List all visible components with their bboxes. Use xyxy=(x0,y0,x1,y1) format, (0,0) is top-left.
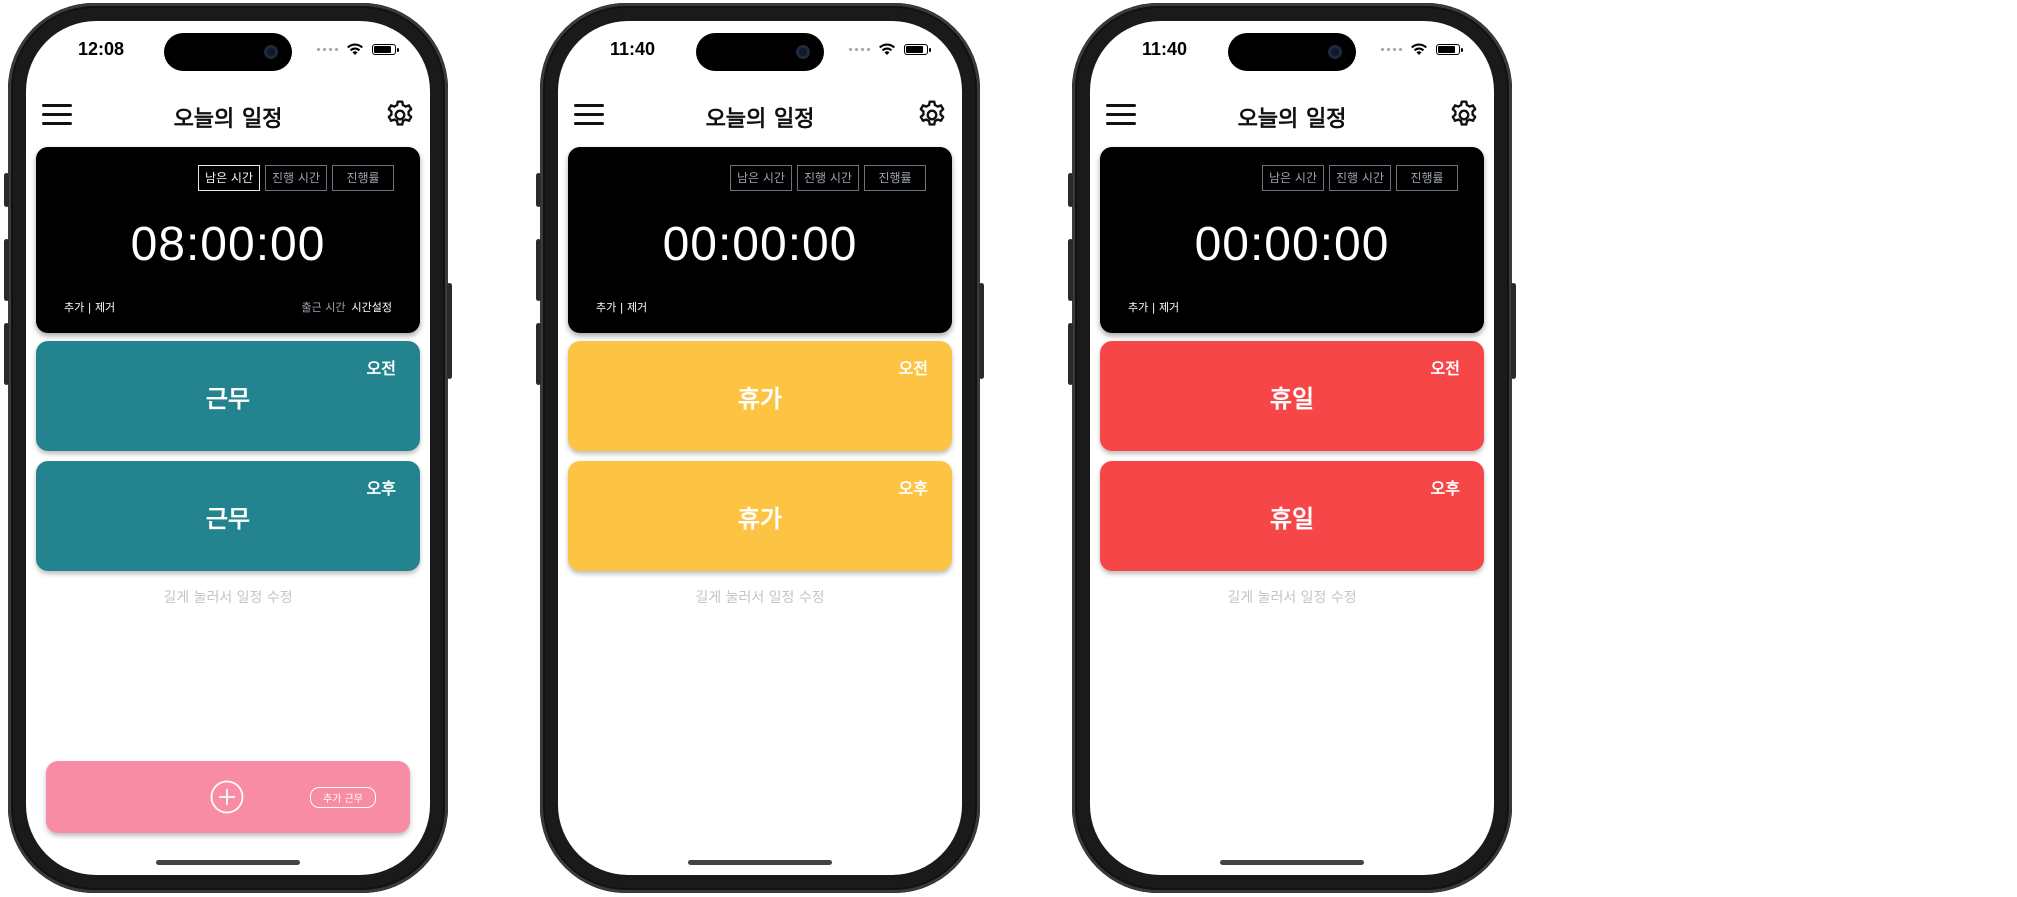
tab-elapsed-time[interactable]: 진행 시간 xyxy=(1329,165,1391,191)
header: 오늘의 일정 xyxy=(558,93,962,139)
header: 오늘의 일정 xyxy=(1090,93,1494,139)
timer-value: 08:00:00 xyxy=(130,218,326,271)
tab-remaining-time[interactable]: 남은 시간 xyxy=(1262,165,1325,191)
dynamic-island xyxy=(696,33,824,71)
screen: 11:40 오늘의 일정 남은 시간 진행 시간 진행률 00:00:00 추가… xyxy=(1090,21,1494,875)
gear-icon[interactable] xyxy=(916,99,948,131)
tab-progress[interactable]: 진행률 xyxy=(864,165,926,191)
phone-frame-3: 11:40 오늘의 일정 남은 시간 진행 시간 진행률 00:00:00 추가… xyxy=(1068,3,1516,893)
add-remove-link[interactable]: 추가 | 제거 xyxy=(1128,299,1179,315)
dynamic-island xyxy=(1228,33,1356,71)
page-title: 오늘의 일정 xyxy=(705,107,815,132)
battery-icon xyxy=(904,43,931,55)
page-title: 오늘의 일정 xyxy=(173,107,283,132)
home-indicator[interactable] xyxy=(156,860,300,865)
tab-remaining-time[interactable]: 남은 시간 xyxy=(730,165,793,191)
slot-period: 오후 xyxy=(898,479,928,498)
timer-mode-tabs: 남은 시간 진행 시간 진행률 xyxy=(730,165,926,191)
clockin-setting: 출근 시간 시간설정 xyxy=(302,299,392,315)
status-time: 11:40 xyxy=(610,39,656,59)
edit-hint: 길게 눌러서 일정 수정 xyxy=(1227,590,1357,606)
edit-hint: 길게 눌러서 일정 수정 xyxy=(695,590,825,606)
timer-value: 00:00:00 xyxy=(662,218,858,271)
edit-hint: 길게 눌러서 일정 수정 xyxy=(163,590,293,606)
tab-remaining-time[interactable]: 남은 시간 xyxy=(198,165,261,191)
gear-icon[interactable] xyxy=(1448,99,1480,131)
slot-label: 근무 xyxy=(205,505,251,533)
home-indicator[interactable] xyxy=(1220,860,1364,865)
screen: 12:08 오늘의 일정 남은 시간 진행 시간 진행률 08:00:00 추가… xyxy=(26,21,430,875)
add-remove-link[interactable]: 추가 | 제거 xyxy=(64,299,115,315)
tab-progress[interactable]: 진행률 xyxy=(1396,165,1458,191)
camera-icon xyxy=(796,45,810,59)
schedule-slot-am[interactable]: 오전 근무 xyxy=(36,341,420,451)
timer-card: 남은 시간 진행 시간 진행률 08:00:00 추가 | 제거 출근 시간 시간… xyxy=(36,147,420,333)
status-time: 12:08 xyxy=(78,39,125,59)
slot-period: 오후 xyxy=(1430,479,1460,498)
slot-period: 오전 xyxy=(898,359,928,378)
dynamic-island xyxy=(164,33,292,71)
signal-icon xyxy=(849,47,870,51)
page-title: 오늘의 일정 xyxy=(1237,107,1347,132)
timer-value: 00:00:00 xyxy=(1194,218,1390,271)
time-setting-button[interactable]: 시간설정 xyxy=(352,301,392,314)
add-icon[interactable] xyxy=(210,780,244,814)
camera-icon xyxy=(264,45,278,59)
status-icons xyxy=(317,41,399,57)
slot-period: 오전 xyxy=(1430,359,1460,378)
signal-icon xyxy=(1381,47,1402,51)
battery-icon xyxy=(372,43,399,55)
phone-frame-2: 11:40 오늘의 일정 남은 시간 진행 시간 진행률 00:00:00 추가… xyxy=(536,3,984,893)
camera-icon xyxy=(1328,45,1342,59)
timer-mode-tabs: 남은 시간 진행 시간 진행률 xyxy=(198,165,394,191)
battery-icon xyxy=(1436,43,1463,55)
phone-frame-1: 12:08 오늘의 일정 남은 시간 진행 시간 진행률 08:00:00 추가… xyxy=(4,3,452,893)
slot-label: 근무 xyxy=(205,385,251,413)
wifi-icon xyxy=(1411,43,1427,55)
wifi-icon xyxy=(347,43,363,55)
schedule-slot-pm[interactable]: 오후 휴가 xyxy=(568,461,952,571)
signal-icon xyxy=(317,47,338,51)
clockin-label: 출근 시간 xyxy=(301,301,346,314)
slot-period: 오후 xyxy=(366,479,396,498)
timer-card: 남은 시간 진행 시간 진행률 00:00:00 추가 | 제거 xyxy=(1100,147,1484,333)
tab-elapsed-time[interactable]: 진행 시간 xyxy=(797,165,859,191)
tab-elapsed-time[interactable]: 진행 시간 xyxy=(265,165,327,191)
status-icons xyxy=(849,41,931,57)
status-icons xyxy=(1381,41,1463,57)
timer-card: 남은 시간 진행 시간 진행률 00:00:00 추가 | 제거 xyxy=(568,147,952,333)
wifi-icon xyxy=(879,43,895,55)
screen: 11:40 오늘의 일정 남은 시간 진행 시간 진행률 00:00:00 추가… xyxy=(558,21,962,875)
slot-label: 휴일 xyxy=(1269,385,1315,413)
slot-period: 오전 xyxy=(366,359,396,378)
extra-work-button[interactable]: 추가 근무 xyxy=(310,787,376,808)
slot-label: 휴가 xyxy=(737,385,783,413)
add-card: 추가 근무 xyxy=(46,761,410,833)
slot-label: 휴가 xyxy=(737,505,783,533)
status-time: 11:40 xyxy=(1142,39,1188,59)
schedule-slot-pm[interactable]: 오후 근무 xyxy=(36,461,420,571)
schedule-slot-am[interactable]: 오전 휴일 xyxy=(1100,341,1484,451)
schedule-slot-pm[interactable]: 오후 휴일 xyxy=(1100,461,1484,571)
header: 오늘의 일정 xyxy=(26,93,430,139)
schedule-slot-am[interactable]: 오전 휴가 xyxy=(568,341,952,451)
gear-icon[interactable] xyxy=(384,99,416,131)
slot-label: 휴일 xyxy=(1269,505,1315,533)
add-remove-link[interactable]: 추가 | 제거 xyxy=(596,299,647,315)
home-indicator[interactable] xyxy=(688,860,832,865)
tab-progress[interactable]: 진행률 xyxy=(332,165,394,191)
timer-mode-tabs: 남은 시간 진행 시간 진행률 xyxy=(1262,165,1458,191)
